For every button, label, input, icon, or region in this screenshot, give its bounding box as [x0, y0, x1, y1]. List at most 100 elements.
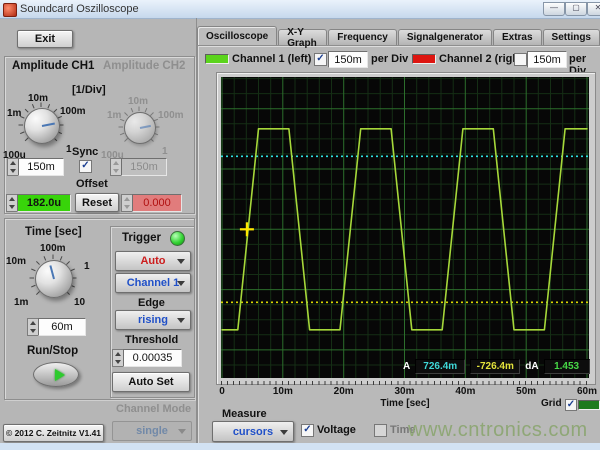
trigger-edge-value: rising	[138, 314, 168, 326]
amplitude-ch2-knob[interactable]	[124, 112, 156, 144]
x-axis-tick-label: 10m	[273, 386, 293, 397]
knob-scale-label: 10m	[128, 96, 148, 107]
trigger-edge-dropdown[interactable]: rising	[115, 310, 191, 330]
knob-scale-label: 1	[84, 261, 90, 272]
play-icon	[55, 369, 65, 381]
measure-label: Measure	[222, 408, 267, 420]
trigger-led-icon	[170, 231, 185, 246]
reset-button[interactable]: Reset	[75, 193, 119, 212]
tab-signalgenerator[interactable]: Signalgenerator	[398, 29, 492, 45]
channel2-scale-value[interactable]: 150m	[527, 51, 567, 68]
x-axis-tick-label: 30m	[394, 386, 414, 397]
maximize-button[interactable]: ▢	[565, 2, 587, 16]
readout-delta-value: 1.453	[544, 359, 590, 374]
tab-extras[interactable]: Extras	[493, 29, 542, 45]
voltage-checkbox[interactable]	[301, 424, 314, 437]
chevron-down-icon	[178, 429, 186, 434]
knob-scale-label: 1m	[107, 110, 121, 121]
grid-label: Grid	[541, 398, 562, 409]
threshold-label: Threshold	[125, 334, 178, 346]
chevron-down-icon	[177, 281, 185, 286]
app-icon	[3, 3, 17, 17]
grid-color-swatch	[578, 400, 600, 410]
amplitude-ch2-title: Amplitude CH2	[103, 60, 185, 72]
tab-settings[interactable]: Settings	[543, 29, 600, 45]
exit-button[interactable]: Exit	[17, 30, 73, 48]
readout-lower-value: -726.4m	[470, 359, 520, 374]
time-value[interactable]: 60m	[38, 318, 86, 336]
trigger-title: Trigger	[122, 232, 161, 244]
app-window: Soundcard Oszilloscope — ▢ ✕ Exit Amplit…	[0, 0, 600, 450]
x-axis-tick-label: 20m	[334, 386, 354, 397]
voltage-label: Voltage	[317, 424, 356, 436]
x-axis-ticks	[221, 381, 589, 385]
amplitude-ch1-value[interactable]: 150m	[18, 158, 64, 176]
tab-xy-graph[interactable]: X-Y Graph	[278, 29, 327, 45]
measure-mode-dropdown[interactable]: cursors	[212, 421, 294, 442]
tab-frequency[interactable]: Frequency	[328, 29, 397, 45]
amplitude-ch1-title: Amplitude CH1	[12, 60, 94, 72]
window-bottom-border	[0, 443, 600, 450]
channel1-checkbox[interactable]	[314, 53, 327, 66]
sync-checkbox[interactable]	[79, 160, 92, 173]
knob-scale-label: 10m	[6, 256, 26, 267]
trigger-source-value: Channel 1	[127, 277, 180, 289]
scope-waveform[interactable]	[221, 77, 589, 378]
window-title: Soundcard Oszilloscope	[20, 3, 139, 15]
amplitude-ch2-value[interactable]: 150m	[121, 158, 167, 176]
knob-scale-label: 100m	[40, 243, 66, 254]
threshold-value[interactable]: 0.00035	[123, 349, 182, 367]
chevron-down-icon	[280, 430, 288, 435]
channel1-color-swatch	[205, 54, 229, 64]
tab-bar: Oscilloscope X-Y Graph Frequency Signalg…	[197, 27, 600, 45]
offset-label: Offset	[76, 178, 108, 190]
minimize-button[interactable]: —	[543, 2, 565, 16]
time-checkbox[interactable]	[374, 424, 387, 437]
tab-oscilloscope[interactable]: Oscilloscope	[197, 26, 277, 45]
channel2-color-swatch	[412, 54, 436, 64]
readout-upper-value: 726.4m	[415, 359, 465, 374]
cursor-readout: A 726.4m -726.4m dA 1.453	[403, 359, 590, 374]
title-bar: Soundcard Oszilloscope — ▢ ✕	[0, 0, 600, 19]
amplitude-unit-label: [1/Div]	[72, 84, 106, 96]
offset-ch2-value[interactable]: 0.000	[132, 194, 182, 212]
edge-label: Edge	[138, 297, 165, 309]
time-knob[interactable]	[35, 260, 73, 298]
x-axis-tick-label: 40m	[455, 386, 475, 397]
channel-mode-dropdown[interactable]: single	[112, 421, 192, 441]
run-stop-button[interactable]	[33, 362, 79, 387]
measure-mode-value: cursors	[233, 426, 273, 438]
chevron-down-icon	[177, 318, 185, 323]
offset-ch1-value[interactable]: 182.0u	[17, 194, 71, 212]
readout-a-label: A	[403, 361, 410, 372]
knob-scale-label: 1m	[14, 297, 28, 308]
knob-scale-label: 10m	[28, 93, 48, 104]
trigger-mode-value: Auto	[140, 255, 165, 267]
grid-checkbox[interactable]	[565, 399, 577, 411]
knob-scale-label: 1m	[7, 108, 21, 119]
run-stop-label: Run/Stop	[27, 345, 78, 357]
knob-scale-label: 100m	[158, 110, 184, 121]
sync-label: Sync	[72, 146, 98, 158]
x-axis-tick-label: 50m	[516, 386, 536, 397]
watermark: www.cntronics.com	[408, 419, 588, 442]
time-title: Time [sec]	[25, 226, 82, 238]
knob-scale-label: 1	[162, 146, 168, 157]
amplitude-ch1-knob[interactable]	[24, 108, 60, 144]
knob-scale-label: 1	[66, 144, 72, 155]
copyright-button[interactable]: © 2012 C. Zeitnitz V1.41	[3, 424, 104, 442]
scope-plot[interactable]	[221, 77, 589, 378]
amplitude-ch2-knob-needle	[140, 125, 151, 129]
channel-mode-label: Channel Mode	[116, 403, 191, 415]
knob-scale-label: 100m	[60, 106, 86, 117]
trigger-source-dropdown[interactable]: Channel 1	[115, 273, 191, 293]
channel1-scale-value[interactable]: 150m	[328, 51, 368, 68]
close-button[interactable]: ✕	[587, 2, 600, 16]
x-axis-labels: 010m20m30m40m50m60m	[221, 386, 589, 398]
trigger-mode-dropdown[interactable]: Auto	[115, 251, 191, 271]
knob-scale-label: 10	[74, 297, 85, 308]
time-knob-needle	[49, 265, 55, 279]
channel2-checkbox[interactable]	[514, 53, 527, 66]
auto-set-button[interactable]: Auto Set	[112, 372, 190, 392]
amplitude-ch1-knob-needle	[42, 123, 55, 127]
